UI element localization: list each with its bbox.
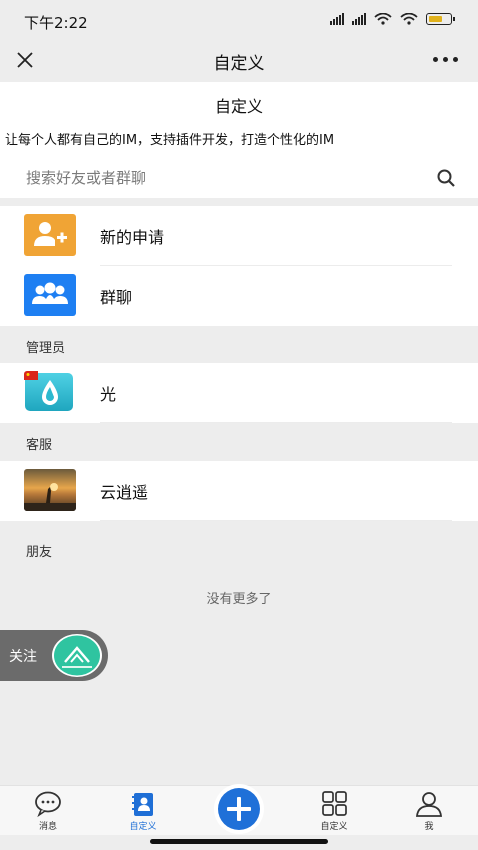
more-options-icon[interactable] <box>433 57 458 62</box>
admin-name: 光 <box>100 385 117 404</box>
tab-me-label: 我 <box>424 822 434 832</box>
marquee-text: 交圈，让每个人都有自己的IM，支持插件开发，打造个性化的IM <box>0 133 335 148</box>
new-request-label: 新的申请 <box>100 228 165 247</box>
wifi-icon-2 <box>400 13 418 25</box>
list-item-service[interactable]: 云逍遥 <box>0 461 478 521</box>
status-icons <box>330 13 455 25</box>
tab-custom-active[interactable]: 自定义 <box>108 790 178 832</box>
wifi-icon <box>374 13 392 25</box>
add-user-icon <box>24 214 76 256</box>
contacts-book-icon <box>132 793 153 816</box>
plus-icon <box>218 788 260 830</box>
no-more-text: 没有更多了 <box>206 592 272 607</box>
top-items-list: 新的申请 群聊 <box>0 206 478 326</box>
add-button[interactable] <box>214 784 264 834</box>
person-icon <box>416 792 442 817</box>
section-friends-title: 朋友 <box>26 545 53 560</box>
section-admin-title: 管理员 <box>26 341 66 356</box>
photo-avatar <box>24 469 76 511</box>
search-input[interactable] <box>10 160 468 196</box>
tab-messages[interactable]: 消息 <box>13 790 83 832</box>
status-time: 下午2:22 <box>24 14 88 32</box>
divider <box>100 422 452 423</box>
divider <box>100 520 452 521</box>
title-bar: 自定义 <box>0 40 478 82</box>
signal-icon <box>330 13 344 25</box>
chat-bubble-icon <box>35 791 61 818</box>
tab-custom-2[interactable]: 自定义 <box>299 790 369 832</box>
contacts-header: 自定义 交圈，让每个人都有自己的IM，支持插件开发，打造个性化的IM <box>0 82 478 198</box>
follow-button[interactable]: 关注 <box>0 630 108 681</box>
service-name: 云逍遥 <box>100 483 149 502</box>
header-title: 自定义 <box>214 97 263 116</box>
follow-label: 关注 <box>9 649 37 665</box>
group-chat-label: 群聊 <box>100 288 133 307</box>
home-indicator <box>150 839 328 844</box>
list-item-new-request[interactable]: 新的申请 <box>0 206 478 266</box>
grid-icon <box>322 791 347 816</box>
service-list: 云逍遥 <box>0 461 478 521</box>
tab-custom-2-label: 自定义 <box>320 822 348 832</box>
search-icon[interactable] <box>436 168 456 188</box>
admin-list: 光 <box>0 363 478 423</box>
list-item-admin[interactable]: 光 <box>0 363 478 423</box>
tab-messages-label: 消息 <box>38 822 57 832</box>
search-bar[interactable] <box>10 160 468 196</box>
section-service-title: 客服 <box>26 438 53 453</box>
drop-logo-icon <box>24 371 76 413</box>
status-bar: 下午2:22 <box>0 0 478 40</box>
page-title: 自定义 <box>213 54 265 74</box>
battery-icon <box>426 13 455 25</box>
marquee-banner: 交圈，让每个人都有自己的IM，支持插件开发，打造个性化的IM <box>0 129 478 149</box>
tab-me[interactable]: 我 <box>394 790 464 832</box>
list-item-group-chat[interactable]: 群聊 <box>0 266 478 326</box>
tab-custom-label: 自定义 <box>129 822 157 832</box>
bottom-tab-bar: 消息 自定义 自定义 我 <box>0 784 478 835</box>
signal-icon-2 <box>352 13 366 25</box>
gdcoop-logo-icon <box>52 634 102 677</box>
group-icon <box>24 274 76 316</box>
